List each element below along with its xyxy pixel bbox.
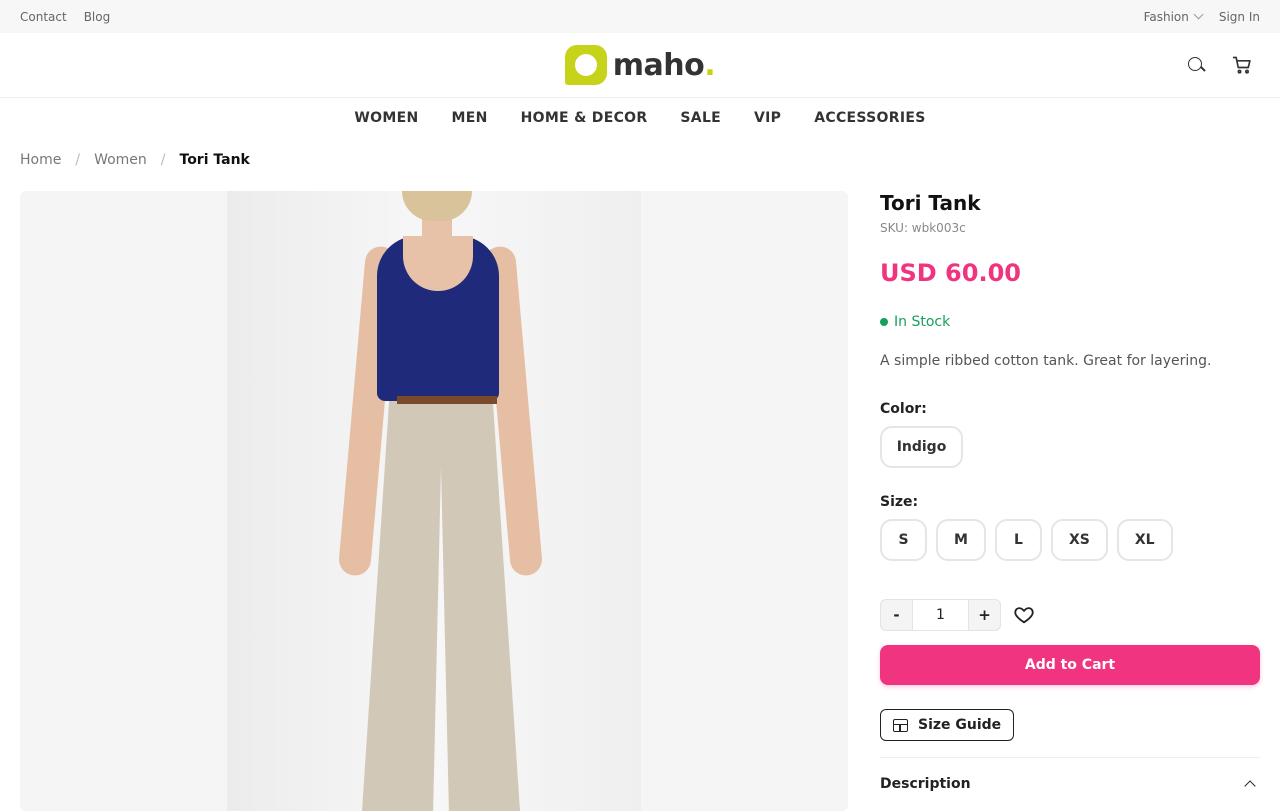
chevron-down-icon	[1193, 9, 1204, 20]
site-header: maho.	[0, 33, 1280, 98]
quantity-stepper: - +	[880, 599, 1260, 631]
store-switcher-label: Fashion	[1143, 9, 1189, 24]
size-guide-button[interactable]: Size Guide	[880, 709, 1015, 741]
add-to-cart-button[interactable]: Add to Cart	[880, 645, 1260, 685]
quantity-increase-button[interactable]: +	[968, 599, 1001, 631]
size-option-xs[interactable]: XS	[1050, 519, 1108, 561]
nav-item-accessories[interactable]: ACCESSORIES	[814, 110, 925, 126]
size-option-s[interactable]: S	[880, 519, 927, 561]
product-gallery[interactable]	[20, 191, 848, 811]
model-belt	[397, 396, 497, 404]
product-title: Tori Tank	[880, 191, 981, 215]
logo-mark-icon	[564, 45, 607, 85]
search-icon[interactable]	[1186, 55, 1206, 75]
logo-text: maho.	[612, 47, 716, 83]
breadcrumb-current: Tori Tank	[179, 152, 250, 168]
description-heading: Description	[880, 776, 971, 792]
short-description: A simple ribbed cotton tank. Great for l…	[880, 353, 1212, 369]
top-bar: Contact Blog Fashion Sign In	[0, 0, 1280, 33]
size-label: Size:	[880, 494, 919, 510]
size-option-m[interactable]: M	[936, 519, 986, 561]
blog-link[interactable]: Blog	[84, 10, 111, 24]
breadcrumb-separator: /	[75, 152, 81, 168]
color-label: Color:	[880, 401, 927, 417]
size-guide-label: Size Guide	[918, 717, 1002, 733]
contact-link[interactable]: Contact	[20, 10, 67, 24]
model-hair	[402, 191, 472, 221]
quantity-decrease-button[interactable]: -	[880, 599, 913, 631]
product-image	[227, 191, 641, 811]
size-options: S M L XS XL	[880, 519, 1260, 561]
product-price: USD 60.00	[880, 259, 1021, 287]
breadcrumb-women[interactable]: Women	[94, 152, 147, 168]
product-info: Tori Tank SKU: wbk003c USD 60.00 In Stoc…	[880, 191, 1260, 792]
sign-in-link[interactable]: Sign In	[1219, 10, 1260, 24]
quantity-input[interactable]	[913, 599, 968, 631]
stock-dot-icon	[880, 318, 888, 326]
nav-item-women[interactable]: WOMEN	[354, 110, 418, 126]
cart-icon[interactable]	[1232, 55, 1252, 75]
nav-item-vip[interactable]: VIP	[754, 110, 781, 126]
nav-item-sale[interactable]: SALE	[680, 110, 721, 126]
color-options: Indigo	[880, 426, 1260, 468]
breadcrumb-home[interactable]: Home	[20, 152, 61, 168]
breadcrumb-separator: /	[160, 152, 166, 168]
model-tank	[377, 236, 499, 401]
model-pants	[362, 381, 520, 811]
size-option-xl[interactable]: XL	[1116, 519, 1173, 561]
wishlist-heart-icon[interactable]	[1013, 604, 1035, 626]
breadcrumb: Home / Women / Tori Tank	[20, 152, 250, 168]
main-nav: WOMEN MEN HOME & DECOR SALE VIP ACCESSOR…	[0, 98, 1280, 126]
stock-status: In Stock	[880, 314, 1260, 330]
product-sku: SKU: wbk003c	[880, 221, 966, 235]
nav-item-home-decor[interactable]: HOME & DECOR	[521, 110, 648, 126]
table-icon	[893, 718, 908, 732]
store-switcher[interactable]: Fashion	[1143, 9, 1204, 24]
nav-item-men[interactable]: MEN	[451, 110, 487, 126]
description-accordion[interactable]: Description	[880, 757, 1260, 792]
stock-status-label: In Stock	[894, 314, 951, 330]
logo[interactable]: maho.	[564, 45, 716, 85]
chevron-up-icon	[1244, 780, 1256, 792]
color-option-indigo[interactable]: Indigo	[880, 426, 963, 468]
size-option-l[interactable]: L	[994, 519, 1042, 561]
